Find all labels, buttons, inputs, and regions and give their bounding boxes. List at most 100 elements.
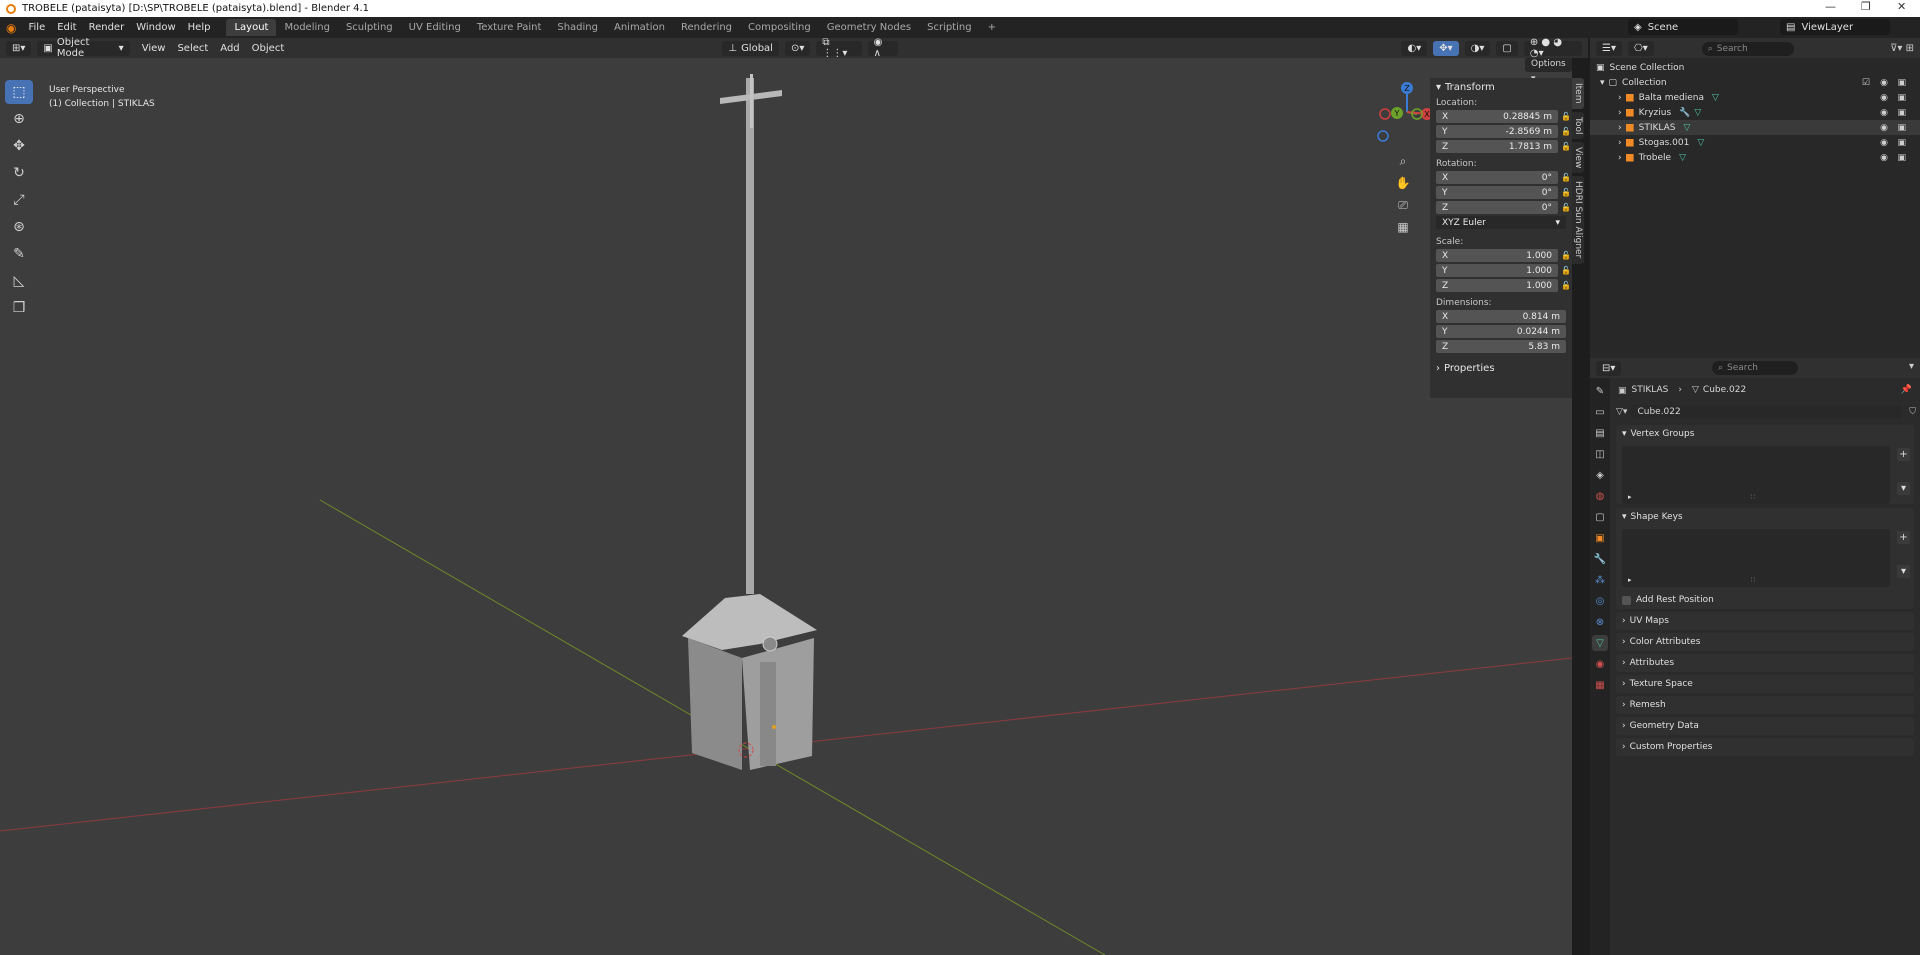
menu-help[interactable]: Help — [182, 22, 217, 33]
ortho-grid-icon[interactable]: ▦ — [1394, 218, 1412, 236]
minimize-icon[interactable]: — — [1825, 0, 1836, 13]
properties-search-input[interactable]: ⌕ Search — [1712, 361, 1798, 375]
output-properties-icon[interactable]: ▤ — [1592, 425, 1608, 441]
lock-icon[interactable]: 🔓 — [1561, 188, 1571, 197]
dimensions-y-field[interactable]: Y 0.0244 m — [1436, 325, 1566, 338]
camera-icon[interactable]: ▣ — [1897, 93, 1906, 103]
tab-compositing[interactable]: Compositing — [740, 19, 819, 36]
texture-space-panel[interactable]: › Texture Space — [1616, 675, 1914, 693]
camera-view-icon[interactable]: ⎚ — [1394, 196, 1412, 214]
rotation-z-field[interactable]: Z 0° 🔓 — [1436, 201, 1571, 214]
shading-modes[interactable]: ⊕ ● ◕ ◔▾ — [1523, 37, 1582, 59]
render-properties-icon[interactable]: ▭ — [1592, 404, 1608, 420]
lock-icon[interactable]: 🔓 — [1561, 112, 1571, 121]
tab-tool[interactable]: Tool — [1572, 111, 1584, 139]
eye-icon[interactable]: ◉ — [1880, 138, 1888, 148]
geometry-data-panel[interactable]: › Geometry Data — [1616, 717, 1914, 735]
add-vertex-group-button[interactable]: + — [1897, 448, 1910, 461]
maximize-icon[interactable]: ❐ — [1861, 0, 1871, 13]
gizmo-toggle-icon[interactable]: ✥▾ — [1433, 40, 1459, 56]
add-rest-position-checkbox[interactable] — [1622, 595, 1631, 605]
outliner-item-stiklas[interactable]: › STIKLAS ▽ ◉ ▣ — [1590, 120, 1920, 135]
overlay-toggle-icon[interactable]: ◑▾ — [1464, 40, 1491, 56]
view-layer-properties-icon[interactable]: ◫ — [1592, 446, 1608, 462]
blender-menu-icon[interactable]: ◉ — [0, 21, 22, 35]
lock-icon[interactable]: 🔓 — [1561, 281, 1571, 290]
camera-icon[interactable]: ▣ — [1897, 108, 1906, 118]
tab-geometry-nodes[interactable]: Geometry Nodes — [819, 19, 919, 36]
scale-x-field[interactable]: X 1.000 🔓 — [1436, 249, 1571, 262]
lock-icon[interactable]: 🔓 — [1561, 266, 1571, 275]
tab-layout[interactable]: Layout — [226, 19, 277, 36]
outliner-editor-icon[interactable]: ☰▾ — [1596, 41, 1622, 56]
shape-keys-header[interactable]: ▾ Shape Keys — [1616, 508, 1914, 526]
eye-icon[interactable]: ◉ — [1880, 123, 1888, 133]
xray-toggle-icon[interactable]: ▢ — [1496, 40, 1518, 56]
vertex-groups-header[interactable]: ▾ Vertex Groups — [1616, 425, 1914, 443]
collection-properties-icon[interactable]: ▢ — [1592, 509, 1608, 525]
eye-icon[interactable]: ◉ — [1880, 153, 1888, 163]
menu-view[interactable]: View — [136, 43, 172, 54]
cursor-tool-icon[interactable]: ⊕ — [5, 107, 33, 131]
tab-uv-editing[interactable]: UV Editing — [401, 19, 469, 36]
rotation-mode-dropdown[interactable]: XYZ Euler ▾ — [1436, 216, 1566, 229]
select-box-tool-icon[interactable]: ⬚ — [5, 80, 33, 104]
pan-icon[interactable]: ✋ — [1394, 174, 1412, 192]
add-rest-position-row[interactable]: Add Rest Position — [1616, 591, 1914, 609]
properties-editor-icon[interactable]: ⊟▾ — [1596, 361, 1622, 376]
mesh-name-field[interactable]: Cube.022 — [1631, 405, 1902, 419]
rotate-tool-icon[interactable]: ↻ — [5, 161, 33, 185]
outliner-search-input[interactable]: ⌕ Search — [1701, 41, 1794, 56]
measure-tool-icon[interactable]: ◺ — [5, 269, 33, 293]
tab-item[interactable]: Item — [1572, 78, 1584, 109]
move-tool-icon[interactable]: ✥ — [5, 134, 33, 158]
checkbox-icon[interactable]: ☑ — [1862, 78, 1870, 88]
collection-row[interactable]: ▾ ▢ Collection ☑ ◉ ▣ — [1590, 75, 1920, 90]
play-icon[interactable]: ▸ — [1628, 576, 1632, 584]
play-icon[interactable]: ▸ — [1628, 493, 1632, 501]
rotation-y-field[interactable]: Y 0° 🔓 — [1436, 186, 1571, 199]
properties-panel-header[interactable]: › Properties — [1430, 359, 1572, 377]
texture-properties-icon[interactable]: ▦ — [1592, 677, 1608, 693]
transform-tool-icon[interactable]: ⊛ — [5, 215, 33, 239]
chevron-down-icon[interactable]: ▾ — [1909, 361, 1914, 372]
lock-icon[interactable]: 🔓 — [1561, 203, 1571, 212]
zoom-icon[interactable]: ⌕ — [1394, 152, 1412, 170]
options-button[interactable]: Options ▾ — [1525, 58, 1572, 84]
editor-type-icon[interactable]: ⊞▾ — [6, 40, 32, 56]
lock-icon[interactable]: 🔓 — [1561, 173, 1571, 182]
location-y-field[interactable]: Y -2.8569 m 🔓 — [1436, 125, 1571, 138]
transform-orientation-dropdown[interactable]: ⊥ Global — [722, 40, 779, 56]
lock-icon[interactable]: 🔓 — [1561, 142, 1571, 151]
tab-rendering[interactable]: Rendering — [673, 19, 740, 36]
dimensions-z-field[interactable]: Z 5.83 m — [1436, 340, 1566, 353]
custom-properties-panel[interactable]: › Custom Properties — [1616, 738, 1914, 756]
pin-icon[interactable]: 📌 — [1901, 385, 1912, 395]
eye-icon[interactable]: ◉ — [1880, 108, 1888, 118]
resize-grip-icon[interactable]: ∷ — [1751, 493, 1755, 501]
close-icon[interactable]: ✕ — [1897, 0, 1906, 13]
add-cube-tool-icon[interactable]: ❒ — [5, 296, 33, 320]
camera-icon[interactable]: ▣ — [1897, 138, 1906, 148]
outliner-item-stogas[interactable]: › Stogas.001 ▽ ◉ ▣ — [1590, 135, 1920, 150]
lock-icon[interactable]: 🔓 — [1561, 127, 1571, 136]
material-properties-icon[interactable]: ◉ — [1592, 656, 1608, 672]
fake-user-shield-icon[interactable]: ⛉ — [1909, 407, 1916, 417]
remesh-panel[interactable]: › Remesh — [1616, 696, 1914, 714]
camera-icon[interactable]: ▣ — [1897, 78, 1906, 88]
scale-tool-icon[interactable]: ⤢ — [5, 188, 33, 212]
menu-add[interactable]: Add — [214, 43, 245, 54]
outliner-item-kryzius[interactable]: › Kryzius 🔧 ▽ ◉ ▣ — [1590, 105, 1920, 120]
location-x-field[interactable]: X 0.28845 m 🔓 — [1436, 110, 1571, 123]
menu-render[interactable]: Render — [83, 22, 131, 33]
tab-sculpting[interactable]: Sculpting — [338, 19, 401, 36]
attributes-panel[interactable]: › Attributes — [1616, 654, 1914, 672]
mesh-data-properties-icon[interactable]: ▽ — [1592, 635, 1608, 651]
location-z-field[interactable]: Z 1.7813 m 🔓 — [1436, 140, 1571, 153]
shape-keys-list[interactable]: + ▾ ▸ ∷ — [1622, 529, 1910, 587]
transform-panel-header[interactable]: ▾ Transform — [1430, 78, 1572, 96]
tab-view[interactable]: View — [1572, 141, 1584, 174]
menu-object[interactable]: Object — [246, 43, 291, 54]
tab-texture-paint[interactable]: Texture Paint — [469, 19, 550, 36]
camera-icon[interactable]: ▣ — [1897, 123, 1906, 133]
